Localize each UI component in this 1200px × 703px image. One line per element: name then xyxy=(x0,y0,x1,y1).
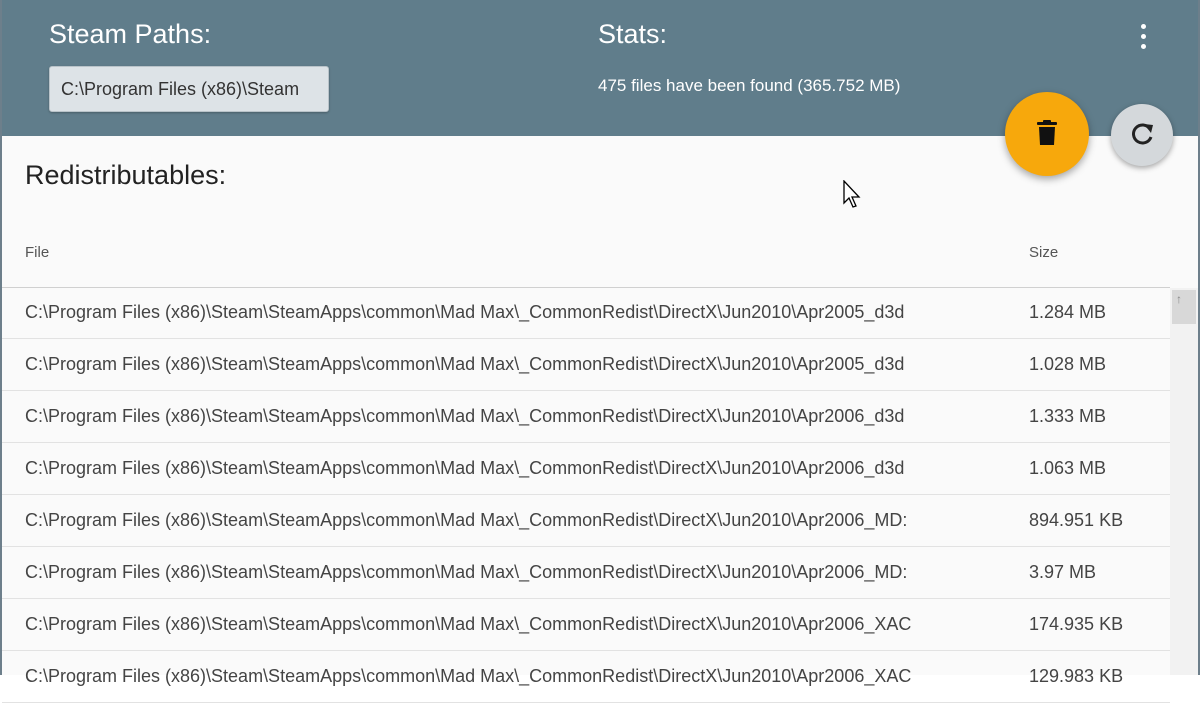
file-path-cell: C:\Program Files (x86)\Steam\SteamApps\c… xyxy=(25,354,905,374)
table-row[interactable]: C:\Program Files (x86)\Steam\SteamApps\c… xyxy=(2,391,1170,443)
file-path-cell: C:\Program Files (x86)\Steam\SteamApps\c… xyxy=(25,302,905,322)
file-size-cell: 1.284 MB xyxy=(1029,302,1107,322)
file-size-cell: 1.333 MB xyxy=(1029,406,1107,426)
table-row[interactable]: C:\Program Files (x86)\Steam\SteamApps\c… xyxy=(2,547,1170,599)
vertical-scrollbar[interactable] xyxy=(1170,288,1198,675)
window-border-left xyxy=(0,0,2,675)
file-path-cell: C:\Program Files (x86)\Steam\SteamApps\c… xyxy=(25,510,908,530)
app-window: Steam Paths: C:\Program Files (x86)\Stea… xyxy=(0,0,1200,703)
file-size-cell: 174.935 KB xyxy=(1029,614,1124,634)
table-row[interactable]: C:\Program Files (x86)\Steam\SteamApps\c… xyxy=(2,599,1170,651)
table-row[interactable]: C:\Program Files (x86)\Steam\SteamApps\c… xyxy=(2,339,1170,391)
file-table: C:\Program Files (x86)\Steam\SteamApps\c… xyxy=(2,287,1170,703)
table-row[interactable]: C:\Program Files (x86)\Steam\SteamApps\c… xyxy=(2,443,1170,495)
mouse-cursor-icon xyxy=(843,180,861,208)
file-size-cell: 1.028 MB xyxy=(1029,354,1107,374)
file-path-cell: C:\Program Files (x86)\Steam\SteamApps\c… xyxy=(25,458,905,478)
table-row[interactable]: C:\Program Files (x86)\Steam\SteamApps\c… xyxy=(2,651,1170,703)
stats-label: Stats: xyxy=(598,19,668,49)
refresh-button[interactable] xyxy=(1111,104,1173,166)
steam-path-chip[interactable]: C:\Program Files (x86)\Steam xyxy=(49,66,329,112)
column-header-size[interactable]: Size xyxy=(1029,244,1058,261)
section-title: Redistributables: xyxy=(25,160,227,190)
table-row[interactable]: C:\Program Files (x86)\Steam\SteamApps\c… xyxy=(2,495,1170,547)
file-size-cell: 3.97 MB xyxy=(1029,562,1097,582)
delete-button[interactable] xyxy=(1005,92,1089,176)
file-path-cell: C:\Program Files (x86)\Steam\SteamApps\c… xyxy=(25,666,912,686)
file-size-cell: 1.063 MB xyxy=(1029,458,1107,478)
stats-summary: 475 files have been found (365.752 MB) xyxy=(598,76,901,95)
trash-icon xyxy=(1037,120,1057,145)
file-path-cell: C:\Program Files (x86)\Steam\SteamApps\c… xyxy=(25,614,912,634)
scroll-up-arrow-icon[interactable]: ↑ xyxy=(1176,292,1182,306)
column-header-file[interactable]: File xyxy=(25,244,49,261)
file-size-cell: 129.983 KB xyxy=(1029,666,1124,686)
file-path-cell: C:\Program Files (x86)\Steam\SteamApps\c… xyxy=(25,562,908,582)
more-vert-icon[interactable] xyxy=(1130,22,1156,52)
table-row[interactable]: C:\Program Files (x86)\Steam\SteamApps\c… xyxy=(2,287,1170,339)
file-size-cell: 894.951 KB xyxy=(1029,510,1124,530)
file-path-cell: C:\Program Files (x86)\Steam\SteamApps\c… xyxy=(25,406,905,426)
steam-paths-label: Steam Paths: xyxy=(49,19,212,49)
refresh-icon xyxy=(1132,123,1153,145)
